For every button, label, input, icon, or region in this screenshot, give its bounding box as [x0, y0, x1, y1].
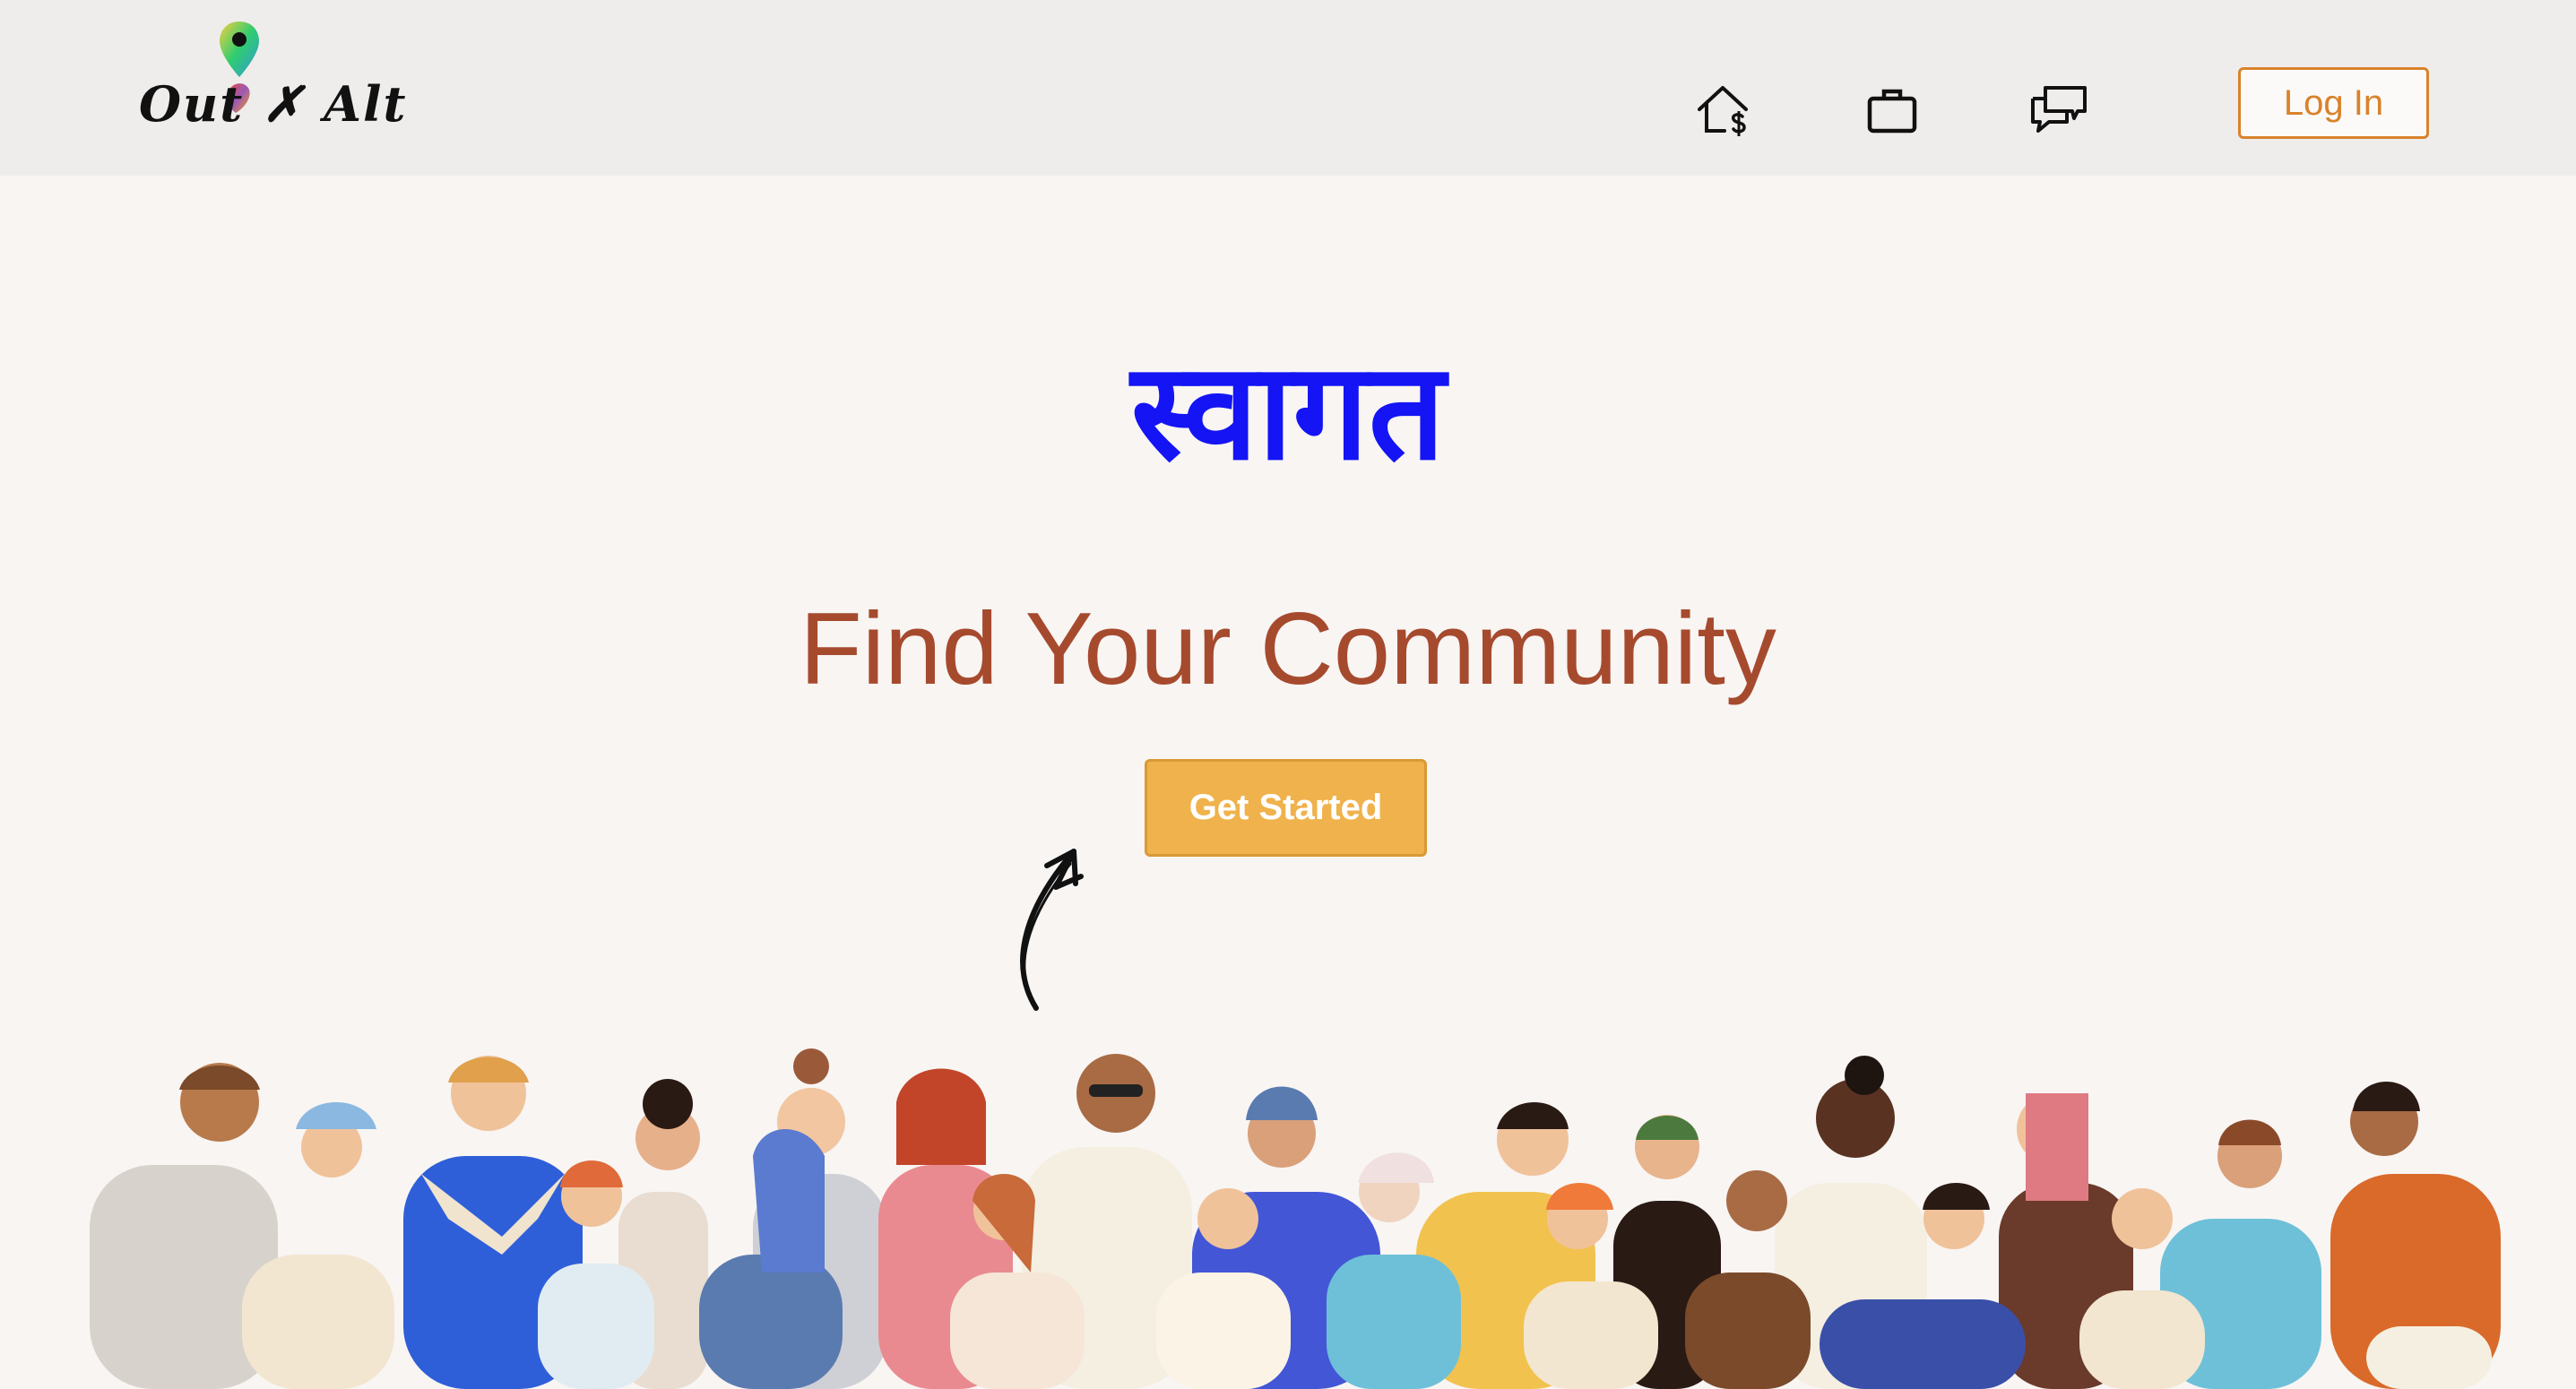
brand-logo[interactable]: Out ✗ Alt	[139, 20, 408, 141]
top-nav-bar: Out ✗ Alt Log In	[0, 0, 2576, 176]
logo-wordmark: Out ✗ Alt	[139, 75, 408, 133]
login-button[interactable]: Log In	[2238, 67, 2429, 139]
hand-drawn-arrow-icon	[1020, 849, 1084, 1011]
get-started-button[interactable]: Get Started	[1145, 759, 1427, 857]
briefcase-icon[interactable]	[1861, 79, 1923, 142]
chat-bubbles-icon[interactable]	[2027, 79, 2090, 142]
hero-title: Find Your Community	[800, 592, 1776, 706]
home-dollar-icon[interactable]	[1694, 79, 1757, 142]
diverse-people-illustration	[90, 1048, 2501, 1389]
welcome-heading: स्वागत	[1130, 334, 1446, 490]
